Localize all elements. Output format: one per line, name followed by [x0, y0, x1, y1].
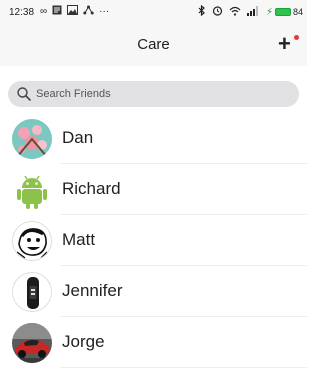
alarm-icon — [212, 5, 223, 19]
friend-name: Matt — [62, 230, 96, 249]
page-title: Care — [137, 36, 170, 53]
status-right-icons: ⚡ 84 — [198, 4, 303, 19]
share-icon — [83, 5, 94, 18]
friend-list: Dan Richard Matt Jennifer Jorge — [0, 113, 307, 368]
nav-bar: Care + — [0, 24, 307, 66]
battery-icon: ⚡ 84 — [265, 6, 303, 18]
search-input[interactable] — [36, 81, 286, 107]
more-dots-icon: ··· — [99, 6, 110, 17]
friend-row-dan[interactable]: Dan — [0, 113, 307, 164]
infinity-icon: ∞ — [40, 6, 48, 17]
status-bar: 12:38 ∞ ··· ⚡ 84 — [0, 0, 307, 24]
friend-name: Jennifer — [62, 281, 123, 300]
friend-row-jorge[interactable]: Jorge — [0, 317, 307, 368]
friend-row-richard[interactable]: Richard — [0, 164, 307, 215]
red-car-photo-icon — [12, 323, 52, 363]
friend-row-matt[interactable]: Matt — [0, 215, 307, 266]
friend-row-jennifer[interactable]: Jennifer — [0, 266, 307, 317]
avatar — [12, 323, 52, 363]
cartoon-face-icon — [13, 222, 51, 260]
bluetooth-icon — [198, 4, 206, 19]
android-robot-icon — [12, 170, 52, 210]
avatar — [12, 272, 52, 312]
status-left-icons: ∞ ··· — [40, 5, 109, 18]
friend-name: Richard — [62, 179, 121, 198]
search-icon — [17, 87, 31, 101]
status-time: 12:38 — [9, 7, 35, 18]
notification-dot — [294, 35, 299, 40]
avatar — [12, 170, 52, 210]
avatar — [12, 221, 52, 261]
friend-name: Jorge — [62, 332, 105, 351]
flowers-photo-icon — [12, 119, 52, 159]
wifi-icon — [229, 6, 241, 19]
signal-icon — [246, 5, 260, 19]
gallery-icon — [67, 5, 79, 18]
search-bar[interactable] — [8, 81, 299, 107]
add-friend-button[interactable]: + — [276, 32, 300, 56]
friend-name: Dan — [62, 128, 94, 147]
avatar — [12, 119, 52, 159]
plus-icon: + — [278, 31, 291, 56]
fitness-band-icon — [13, 273, 51, 311]
notes-icon — [52, 5, 62, 18]
battery-level: 84 — [292, 7, 303, 17]
